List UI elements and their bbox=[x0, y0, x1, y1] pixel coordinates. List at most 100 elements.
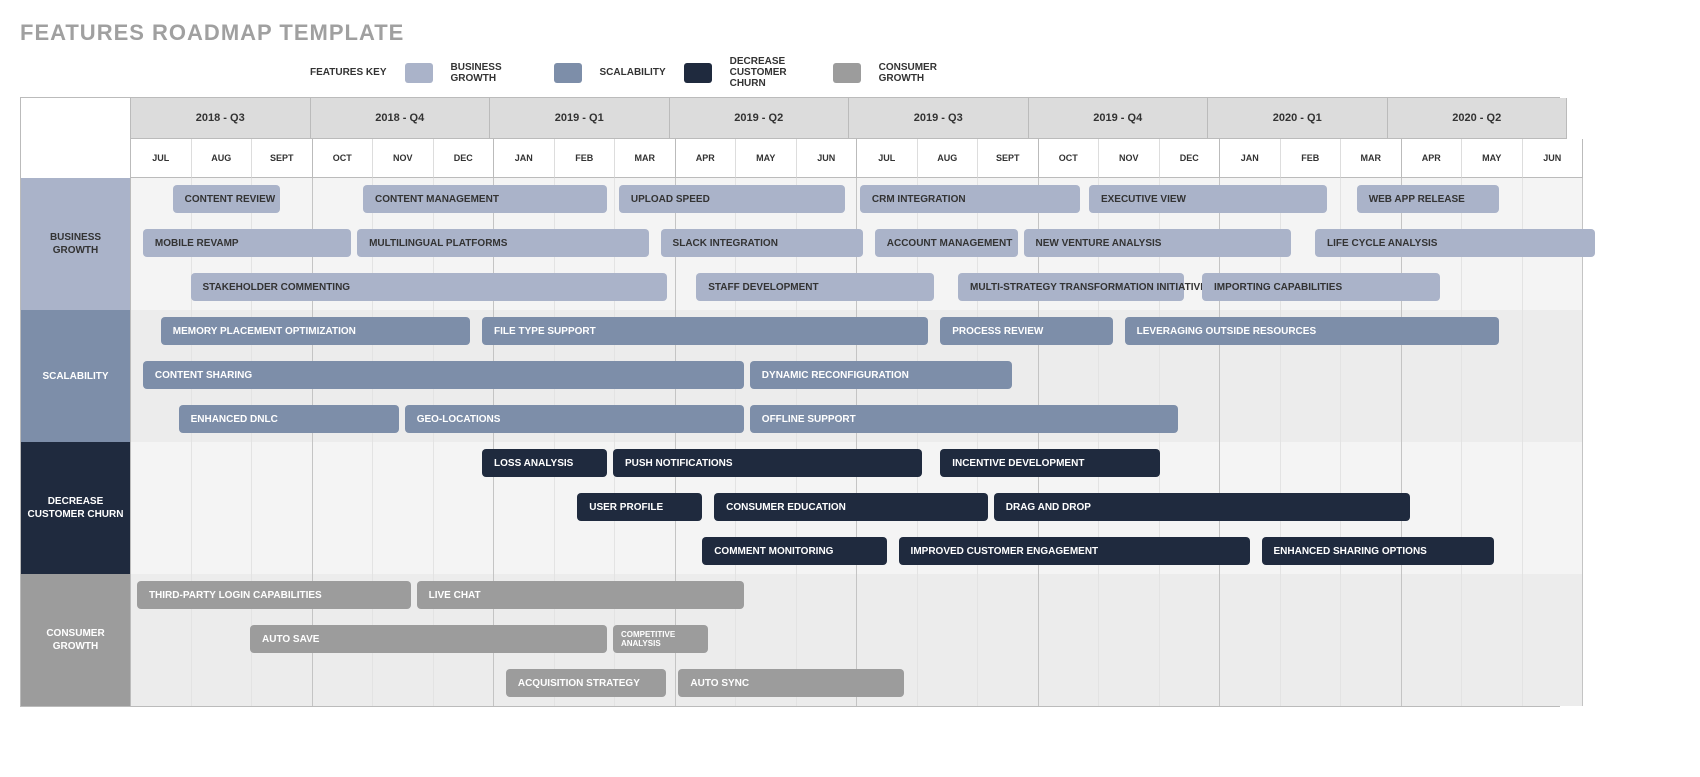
feature-bar[interactable]: MEMORY PLACEMENT OPTIMIZATION bbox=[161, 317, 470, 345]
legend-item-label: CONSUMER GROWTH bbox=[879, 62, 964, 84]
month-cell: DEC bbox=[434, 139, 495, 178]
month-cell: JUN bbox=[1523, 139, 1584, 178]
feature-bar[interactable]: CONTENT MANAGEMENT bbox=[363, 185, 607, 213]
month-cell: SEPT bbox=[978, 139, 1039, 178]
lane-row: MOBILE REVAMPMULTILINGUAL PLATFORMS SLACK… bbox=[131, 222, 1559, 266]
feature-bar[interactable]: CRM INTEGRATION bbox=[860, 185, 1080, 213]
feature-bar[interactable]: STAKEHOLDER COMMENTING bbox=[191, 273, 667, 301]
legend-swatch bbox=[554, 63, 582, 83]
feature-bar[interactable]: LOSS ANALYSIS bbox=[482, 449, 607, 477]
feature-bar[interactable]: GEO-LOCATIONS bbox=[405, 405, 744, 433]
quarter-cell: 2019 - Q4 bbox=[1029, 98, 1209, 139]
feature-bar[interactable]: IMPORTING CAPABILITIES bbox=[1202, 273, 1440, 301]
month-cell: JUL bbox=[131, 139, 192, 178]
lane-row: THIRD-PARTY LOGIN CAPABILITIESLIVE CHAT bbox=[131, 574, 1559, 618]
lane-row: MEMORY PLACEMENT OPTIMIZATION FILE TYPE S… bbox=[131, 310, 1559, 354]
quarter-cell: 2018 - Q4 bbox=[311, 98, 491, 139]
month-header-row: JULAUGSEPTOCTNOVDECJANFEBMARAPRMAYJUNJUL… bbox=[131, 139, 1559, 178]
month-cell: APR bbox=[676, 139, 737, 178]
quarter-cell: 2018 - Q3 bbox=[131, 98, 311, 139]
month-cell: JUL bbox=[857, 139, 918, 178]
feature-bar[interactable]: AUTO SAVE bbox=[250, 625, 607, 653]
quarter-cell: 2019 - Q1 bbox=[490, 98, 670, 139]
feature-bar[interactable]: AUTO SYNC bbox=[678, 669, 904, 697]
legend-swatch bbox=[684, 63, 712, 83]
month-cell: OCT bbox=[313, 139, 374, 178]
feature-bar[interactable]: ACQUISITION STRATEGY bbox=[506, 669, 667, 697]
page-title: FEATURES ROADMAP TEMPLATE bbox=[20, 20, 1560, 46]
month-cell: MAR bbox=[1341, 139, 1402, 178]
legend-key-label: FEATURES KEY bbox=[310, 67, 387, 78]
month-cell: MAR bbox=[615, 139, 676, 178]
feature-bar[interactable]: OFFLINE SUPPORT bbox=[750, 405, 1178, 433]
quarter-cell: 2020 - Q1 bbox=[1208, 98, 1388, 139]
month-cell: FEB bbox=[1281, 139, 1342, 178]
feature-bar[interactable]: MULTILINGUAL PLATFORMS bbox=[357, 229, 649, 257]
quarter-cell: 2019 - Q3 bbox=[849, 98, 1029, 139]
quarter-cell: 2020 - Q2 bbox=[1388, 98, 1568, 139]
feature-bar[interactable]: MOBILE REVAMP bbox=[143, 229, 351, 257]
month-cell: NOV bbox=[373, 139, 434, 178]
feature-bar[interactable]: NEW VENTURE ANALYSIS bbox=[1024, 229, 1292, 257]
lane-row: STAKEHOLDER COMMENTING STAFF DEVELOPMENT M… bbox=[131, 266, 1559, 310]
lane-row: USER PROFILE CONSUMER EDUCATIONDRAG AND D… bbox=[131, 486, 1559, 530]
feature-bar[interactable]: ACCOUNT MANAGEMENT bbox=[875, 229, 1018, 257]
lane-row: COMMENT MONITORING IMPROVED CUSTOMER ENGA… bbox=[131, 530, 1559, 574]
feature-bar[interactable]: WEB APP RELEASE bbox=[1357, 185, 1500, 213]
feature-bar[interactable]: DYNAMIC RECONFIGURATION bbox=[750, 361, 1012, 389]
feature-bar[interactable]: COMMENT MONITORING bbox=[702, 537, 886, 565]
feature-bar[interactable]: CONSUMER EDUCATION bbox=[714, 493, 988, 521]
category-label: DECREASE CUSTOMER CHURN bbox=[21, 442, 130, 574]
feature-bar[interactable]: LEVERAGING OUTSIDE RESOURCES bbox=[1125, 317, 1500, 345]
month-cell: SEPT bbox=[252, 139, 313, 178]
lane-row: ENHANCED DNLCGEO-LOCATIONSOFFLINE SUPPOR… bbox=[131, 398, 1559, 442]
month-cell: JUN bbox=[797, 139, 858, 178]
quarter-header-row: 2018 - Q32018 - Q42019 - Q12019 - Q22019… bbox=[131, 98, 1559, 139]
feature-bar[interactable]: FILE TYPE SUPPORT bbox=[482, 317, 928, 345]
quarter-cell: 2019 - Q2 bbox=[670, 98, 850, 139]
legend-swatch bbox=[833, 63, 861, 83]
feature-bar[interactable]: THIRD-PARTY LOGIN CAPABILITIES bbox=[137, 581, 411, 609]
feature-bar[interactable]: PUSH NOTIFICATIONS bbox=[613, 449, 922, 477]
month-cell: MAY bbox=[1462, 139, 1523, 178]
month-cell: JAN bbox=[1220, 139, 1281, 178]
feature-bar[interactable]: PROCESS REVIEW bbox=[940, 317, 1113, 345]
legend-item-label: SCALABILITY bbox=[600, 67, 666, 78]
feature-bar[interactable]: DRAG AND DROP bbox=[994, 493, 1411, 521]
feature-bar[interactable]: COMPETITIVE ANALYSIS bbox=[613, 625, 708, 653]
feature-bar[interactable]: ENHANCED DNLC bbox=[179, 405, 399, 433]
feature-bar[interactable]: LIFE CYCLE ANALYSIS bbox=[1315, 229, 1595, 257]
category-label: CONSUMER GROWTH bbox=[21, 574, 130, 706]
feature-bar[interactable]: USER PROFILE bbox=[577, 493, 702, 521]
category-label: SCALABILITY bbox=[21, 310, 130, 442]
lane-row: ACQUISITION STRATEGY AUTO SYNC bbox=[131, 662, 1559, 706]
feature-bar[interactable]: UPLOAD SPEED bbox=[619, 185, 845, 213]
feature-bar[interactable]: CONTENT SHARING bbox=[143, 361, 744, 389]
feature-bar[interactable]: SLACK INTEGRATION bbox=[661, 229, 863, 257]
lane-row: AUTO SAVECOMPETITIVE ANALYSIS bbox=[131, 618, 1559, 662]
month-cell: FEB bbox=[555, 139, 616, 178]
month-cell: AUG bbox=[918, 139, 979, 178]
month-cell: DEC bbox=[1160, 139, 1221, 178]
roadmap-chart: FEATURES ROADMAP TEMPLATE FEATURES KEY B… bbox=[20, 20, 1560, 707]
feature-bar[interactable]: CONTENT REVIEW bbox=[173, 185, 280, 213]
category-label: BUSINESS GROWTH bbox=[21, 178, 130, 310]
swimlanes: CONTENT REVIEW CONTENT MANAGEMENT UPLOAD S… bbox=[131, 178, 1559, 706]
feature-bar[interactable]: LIVE CHAT bbox=[417, 581, 744, 609]
month-cell: OCT bbox=[1039, 139, 1100, 178]
legend-item-label: BUSINESS GROWTH bbox=[451, 62, 536, 84]
feature-bar[interactable]: ENHANCED SHARING OPTIONS bbox=[1262, 537, 1494, 565]
lane-row: CONTENT REVIEW CONTENT MANAGEMENT UPLOAD S… bbox=[131, 178, 1559, 222]
month-cell: JAN bbox=[494, 139, 555, 178]
feature-bar[interactable]: IMPROVED CUSTOMER ENGAGEMENT bbox=[899, 537, 1250, 565]
timeline-grid: 2018 - Q32018 - Q42019 - Q12019 - Q22019… bbox=[20, 97, 1560, 707]
lane-row: CONTENT SHARINGDYNAMIC RECONFIGURATION bbox=[131, 354, 1559, 398]
legend: FEATURES KEY BUSINESS GROWTH SCALABILITY D… bbox=[310, 56, 1560, 89]
feature-bar[interactable]: INCENTIVE DEVELOPMENT bbox=[940, 449, 1160, 477]
feature-bar[interactable]: MULTI-STRATEGY TRANSFORMATION INITIATIVE… bbox=[958, 273, 1184, 301]
feature-bar[interactable]: STAFF DEVELOPMENT bbox=[696, 273, 934, 301]
legend-item-label: DECREASE CUSTOMER CHURN bbox=[730, 56, 815, 89]
feature-bar[interactable]: EXECUTIVE VIEW bbox=[1089, 185, 1327, 213]
month-cell: NOV bbox=[1099, 139, 1160, 178]
month-cell: MAY bbox=[736, 139, 797, 178]
